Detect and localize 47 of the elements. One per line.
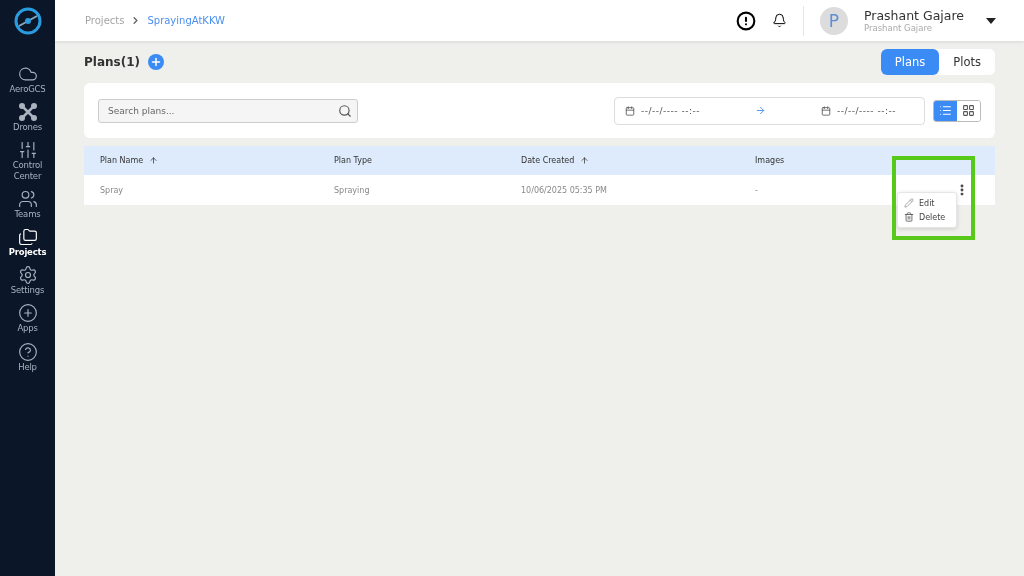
drone-icon — [17, 102, 38, 123]
add-button[interactable] — [148, 54, 164, 70]
calendar-icon — [625, 105, 635, 116]
table-cell-text: Spray — [100, 185, 125, 195]
calendar-icon — [821, 105, 832, 116]
column-header[interactable]: Plan Name — [100, 156, 144, 165]
sidebar-item[interactable]: Teams — [0, 186, 55, 221]
date-to: --/--/---- --:-- — [837, 105, 896, 116]
search-icon — [338, 103, 352, 118]
sidebar-item[interactable]: Projects — [0, 224, 55, 260]
sidebar-item[interactable]: Apps — [0, 301, 55, 336]
team-icon — [17, 188, 38, 209]
sidebar-item[interactable]: AeroGCS — [0, 62, 55, 97]
grid-icon — [962, 104, 975, 117]
page-title: Plans(1) — [84, 55, 140, 69]
column-header[interactable]: Plan Type — [334, 156, 372, 165]
sort-icon[interactable] — [580, 156, 590, 165]
table-cell-text: Spraying — [334, 185, 371, 195]
logo-icon — [12, 6, 43, 36]
user-subtitle: Prashant Gajare — [863, 23, 933, 33]
user-name: Prashant Gajare — [863, 8, 964, 23]
column-header[interactable]: Images — [755, 156, 785, 165]
alert-icon[interactable] — [735, 10, 756, 31]
date-from: --/--/---- --:-- — [641, 105, 700, 116]
plus-icon — [17, 303, 38, 324]
sliders-icon — [17, 140, 38, 161]
list-icon — [939, 104, 952, 117]
table-cell-text: 10/06/2025 05:35 PM — [521, 185, 608, 195]
folder-icon — [17, 226, 38, 247]
caret-icon[interactable] — [986, 17, 996, 24]
sidebar-item[interactable]: Control Center — [0, 138, 55, 183]
help-icon — [17, 341, 38, 362]
column-header[interactable]: Date Created — [521, 156, 575, 165]
arrow-icon — [755, 105, 766, 116]
sidebar-item[interactable]: Drones — [0, 100, 55, 135]
date-range-field[interactable]: --/--/---- --:-- --/--/---- --:-- — [614, 96, 925, 125]
sort-icon[interactable] — [149, 156, 159, 165]
sidebar-item[interactable]: Settings — [0, 263, 55, 298]
menu-item[interactable]: Delete — [898, 210, 956, 224]
sidebar-item[interactable]: Help — [0, 339, 55, 374]
menu-item[interactable]: Edit — [898, 196, 956, 210]
bell-icon[interactable] — [771, 13, 787, 28]
trash-icon — [904, 212, 914, 222]
search-field[interactable]: Search plans... — [98, 98, 358, 123]
table-cell-text: - — [755, 185, 759, 195]
settings-icon — [17, 265, 38, 286]
pencil-icon — [904, 198, 914, 208]
